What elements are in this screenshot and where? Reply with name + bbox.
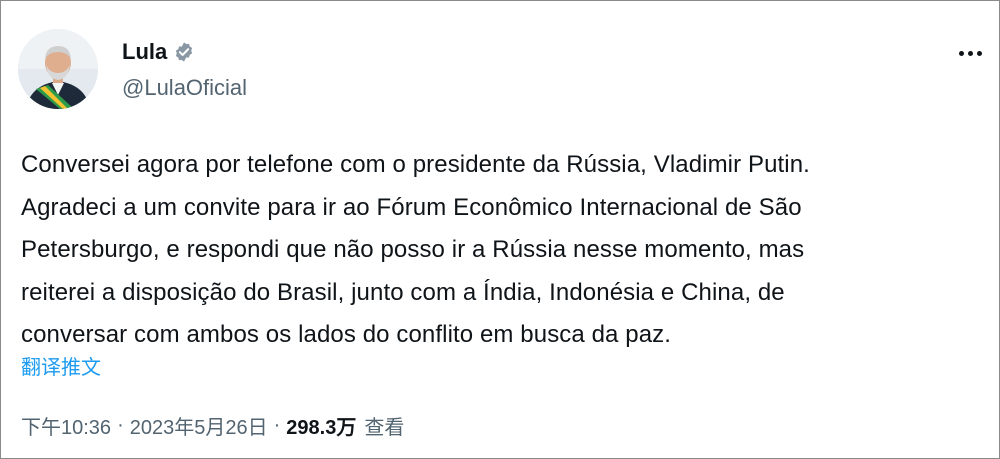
avatar-image	[18, 29, 98, 109]
tweet-date[interactable]: 2023年5月26日	[130, 411, 268, 440]
author-handle[interactable]: @LulaOficial	[122, 75, 247, 101]
meta-separator: ·	[273, 414, 281, 436]
meta-separator: ·	[117, 414, 124, 436]
more-horizontal-icon[interactable]	[953, 41, 987, 65]
tweet-metadata: 下午10:36 · 2023年5月26日 · 298.3万 查看	[21, 411, 404, 440]
translate-tweet-link[interactable]: 翻译推文	[21, 351, 101, 380]
tweet-text: Conversei agora por telefone com o presi…	[21, 151, 810, 348]
verified-badge-icon	[173, 41, 195, 63]
avatar[interactable]	[18, 29, 98, 109]
author-name-row: Lula	[122, 39, 195, 65]
author-name[interactable]: Lula	[122, 39, 167, 65]
views-count: 298.3万	[286, 417, 357, 439]
tweet-card: Lula @LulaOficial Conversei agora por te…	[0, 0, 1000, 459]
views-label: 查看	[364, 417, 405, 439]
tweet-time[interactable]: 下午10:36	[21, 411, 111, 440]
